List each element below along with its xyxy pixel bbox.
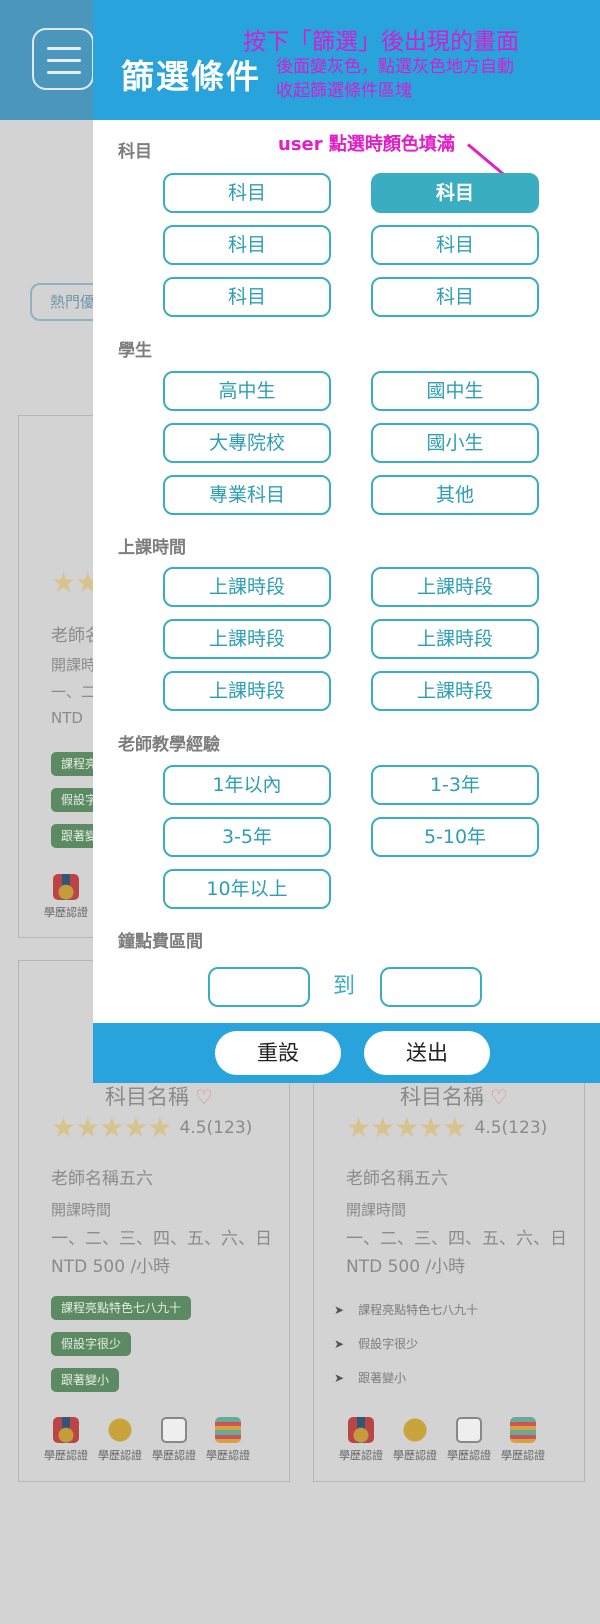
arrow-right-icon: ➤ <box>334 1371 345 1385</box>
course-title: 科目名稱 ♡ <box>400 1085 508 1109</box>
class-time-label: 開課時 <box>51 656 97 674</box>
favorite-heart-icon[interactable]: ♡ <box>195 1085 213 1109</box>
option-student[interactable]: 專業科目 <box>163 475 331 515</box>
option-student[interactable]: 大專院校 <box>163 423 331 463</box>
feature-bullet: ➤ 假設字很少 <box>334 1337 419 1351</box>
price: NTD <box>51 709 83 727</box>
section-label-fee: 鐘點費區間 <box>118 932 203 952</box>
feature-tag: 假設字很少 <box>51 1332 132 1356</box>
degree-badge: 學歷認證 <box>338 1417 384 1463</box>
section-label-student: 學生 <box>118 341 152 361</box>
annotation-user: user 點選時顏色填滿 <box>278 134 455 155</box>
option-time[interactable]: 上課時段 <box>163 619 331 659</box>
option-subject[interactable]: 科目 <box>371 225 539 265</box>
option-student[interactable]: 高中生 <box>163 371 331 411</box>
rating-stars: ★★ <box>51 566 100 599</box>
degree-badge: 學歷認證 <box>43 1417 89 1463</box>
class-time-label: 開課時間 <box>346 1201 407 1219</box>
option-subject[interactable]: 科目 <box>163 173 331 213</box>
teacher-name: 老師名稱五六 <box>346 1169 448 1189</box>
degree-badge: 學歷認證 <box>151 1417 197 1463</box>
feature-tag: 跟著變小 <box>51 1368 120 1392</box>
option-experience[interactable]: 3-5年 <box>163 817 331 857</box>
option-time[interactable]: 上課時段 <box>371 619 539 659</box>
favorite-heart-icon[interactable]: ♡ <box>490 1085 508 1109</box>
price: NTD 500 /小時 <box>346 1257 466 1277</box>
certificate-icon <box>161 1417 187 1443</box>
option-time[interactable]: 上課時段 <box>371 567 539 607</box>
menu-icon[interactable] <box>32 28 94 90</box>
option-subject-selected[interactable]: 科目 <box>371 173 539 213</box>
annotation-sub: 後面變灰色，點選灰色地方自動 收起篩選條件區塊 <box>276 57 514 101</box>
feature-tag: 課程亮點特色七八九十 <box>51 1296 192 1320</box>
filter-panel: 篩選條件 按下「篩選」後出現的畫面 後面變灰色，點選灰色地方自動 收起篩選條件區… <box>93 0 600 1083</box>
course-title: 科目名稱 ♡ <box>105 1085 213 1109</box>
option-subject[interactable]: 科目 <box>371 277 539 317</box>
medal-icon <box>348 1417 374 1443</box>
annotation-main: 按下「篩選」後出現的畫面 <box>243 29 519 55</box>
class-days: 一、二、三、四、五、六、日 <box>51 1229 272 1249</box>
option-time[interactable]: 上課時段 <box>163 567 331 607</box>
section-label-subject: 科目 <box>118 142 152 162</box>
arrow-right-icon: ➤ <box>334 1303 345 1317</box>
option-student[interactable]: 國中生 <box>371 371 539 411</box>
filter-header: 篩選條件 按下「篩選」後出現的畫面 後面變灰色，點選灰色地方自動 收起篩選條件區… <box>93 0 600 120</box>
teacher-name: 老師名稱五六 <box>51 1169 153 1189</box>
class-days: 一、二 <box>51 683 97 701</box>
option-subject[interactable]: 科目 <box>163 277 331 317</box>
class-time-label: 開課時間 <box>51 1201 112 1219</box>
feature-bullet: ➤ 跟著變小 <box>334 1371 407 1385</box>
fee-range-separator: 到 <box>333 974 356 999</box>
filter-title: 篩選條件 <box>121 57 261 96</box>
price: NTD 500 /小時 <box>51 1257 171 1277</box>
rating-stars: ★★★★★ 4.5(123) <box>346 1111 548 1144</box>
option-time[interactable]: 上課時段 <box>163 671 331 711</box>
degree-badge: 學歷認證 <box>43 874 89 920</box>
option-student[interactable]: 其他 <box>371 475 539 515</box>
degree-badge: 學歷認證 <box>392 1417 438 1463</box>
option-student[interactable]: 國小生 <box>371 423 539 463</box>
section-label-experience: 老師教學經驗 <box>118 735 220 755</box>
option-experience[interactable]: 1-3年 <box>371 765 539 805</box>
medal-icon <box>53 874 79 900</box>
rating-stars: ★★★★★ 4.5(123) <box>51 1111 253 1144</box>
option-experience[interactable]: 1年以內 <box>163 765 331 805</box>
option-time[interactable]: 上課時段 <box>371 671 539 711</box>
section-label-time: 上課時間 <box>118 538 186 558</box>
books-icon <box>510 1417 536 1443</box>
degree-badge: 學歷認證 <box>205 1417 251 1463</box>
arrow-right-icon: ➤ <box>334 1337 345 1351</box>
class-days: 一、二、三、四、五、六、日 <box>346 1229 567 1249</box>
books-icon <box>215 1417 241 1443</box>
fee-min-input[interactable] <box>208 967 310 1007</box>
degree-badge: 學歷認證 <box>446 1417 492 1463</box>
certificate-icon <box>456 1417 482 1443</box>
filter-footer: 重設 送出 <box>93 1023 600 1083</box>
option-subject[interactable]: 科目 <box>163 225 331 265</box>
seal-icon <box>402 1417 428 1443</box>
degree-badge: 學歷認證 <box>500 1417 546 1463</box>
reset-button[interactable]: 重設 <box>215 1031 341 1075</box>
submit-button[interactable]: 送出 <box>364 1031 490 1075</box>
option-experience[interactable]: 5-10年 <box>371 817 539 857</box>
option-experience[interactable]: 10年以上 <box>163 869 331 909</box>
feature-bullet: ➤ 課程亮點特色七八九十 <box>334 1303 479 1317</box>
fee-max-input[interactable] <box>380 967 482 1007</box>
seal-icon <box>107 1417 133 1443</box>
degree-badge: 學歷認證 <box>97 1417 143 1463</box>
medal-icon <box>53 1417 79 1443</box>
